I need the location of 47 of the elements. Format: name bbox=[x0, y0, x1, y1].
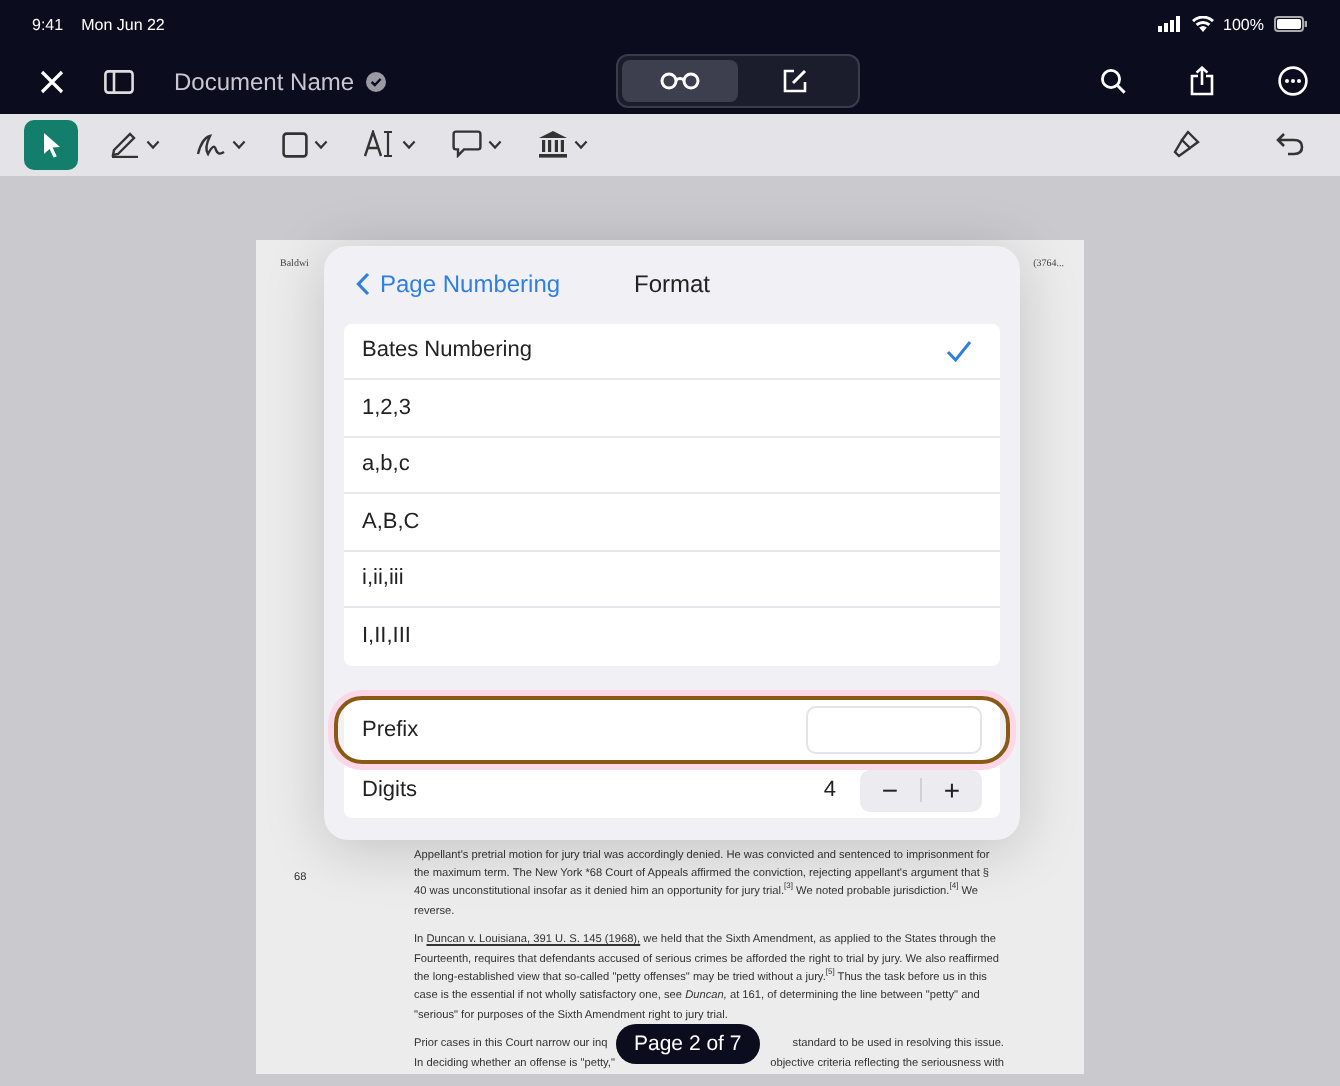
glasses-icon bbox=[659, 72, 700, 90]
format-option[interactable]: i,ii,iii bbox=[344, 551, 1000, 609]
chevron-down-icon bbox=[232, 139, 246, 150]
chevron-down-icon bbox=[402, 139, 416, 150]
battery-percent: 100% bbox=[1223, 15, 1264, 33]
popover-title: Format bbox=[634, 270, 711, 299]
format-option[interactable]: 1,2,3 bbox=[344, 380, 1000, 438]
brush-icon[interactable] bbox=[1172, 129, 1200, 160]
text-cursor-icon bbox=[364, 130, 396, 159]
decrement-button[interactable]: − bbox=[860, 774, 920, 807]
chevron-left-icon bbox=[356, 272, 370, 297]
search-icon[interactable] bbox=[1100, 68, 1126, 94]
status-time: 9:41 bbox=[32, 15, 64, 33]
sidebar-icon[interactable] bbox=[104, 69, 134, 93]
building-icon bbox=[538, 130, 568, 159]
speech-bubble-icon bbox=[452, 130, 482, 159]
edit-icon bbox=[782, 68, 809, 94]
close-icon[interactable] bbox=[40, 69, 64, 93]
document-title: Document Name bbox=[174, 67, 355, 95]
back-button[interactable]: Page Numbering bbox=[344, 270, 561, 299]
signature-icon bbox=[196, 131, 226, 158]
prefix-field[interactable] bbox=[806, 705, 982, 754]
signal-icon bbox=[1157, 16, 1182, 32]
chevron-down-icon bbox=[314, 139, 328, 150]
format-option[interactable]: A,B,C bbox=[344, 494, 1000, 552]
format-option[interactable]: a,b,c bbox=[344, 437, 1000, 495]
page-indicator: Page 2 of 7 bbox=[616, 1023, 760, 1064]
format-option[interactable]: Bates Numbering bbox=[344, 323, 1000, 381]
digits-label: Digits bbox=[362, 778, 418, 803]
prefix-label: Prefix bbox=[362, 717, 419, 742]
format-option[interactable]: I,II,III bbox=[344, 608, 1000, 666]
digits-value: 4 bbox=[823, 778, 836, 803]
chevron-down-icon bbox=[146, 139, 160, 150]
battery-icon bbox=[1274, 16, 1308, 32]
wifi-icon bbox=[1191, 16, 1214, 32]
select-tool[interactable] bbox=[24, 119, 78, 170]
chevron-down-icon bbox=[574, 139, 588, 150]
more-icon[interactable] bbox=[1278, 66, 1308, 96]
pen-icon bbox=[110, 130, 140, 159]
increment-button[interactable]: + bbox=[922, 774, 982, 807]
share-icon[interactable] bbox=[1190, 66, 1214, 96]
undo-icon[interactable] bbox=[1276, 132, 1304, 157]
cursor-icon bbox=[41, 131, 61, 158]
status-date: Mon Jun 22 bbox=[81, 15, 165, 33]
read-mode-tab[interactable] bbox=[621, 60, 738, 102]
square-icon bbox=[282, 131, 308, 158]
chevron-down-icon bbox=[488, 139, 502, 150]
